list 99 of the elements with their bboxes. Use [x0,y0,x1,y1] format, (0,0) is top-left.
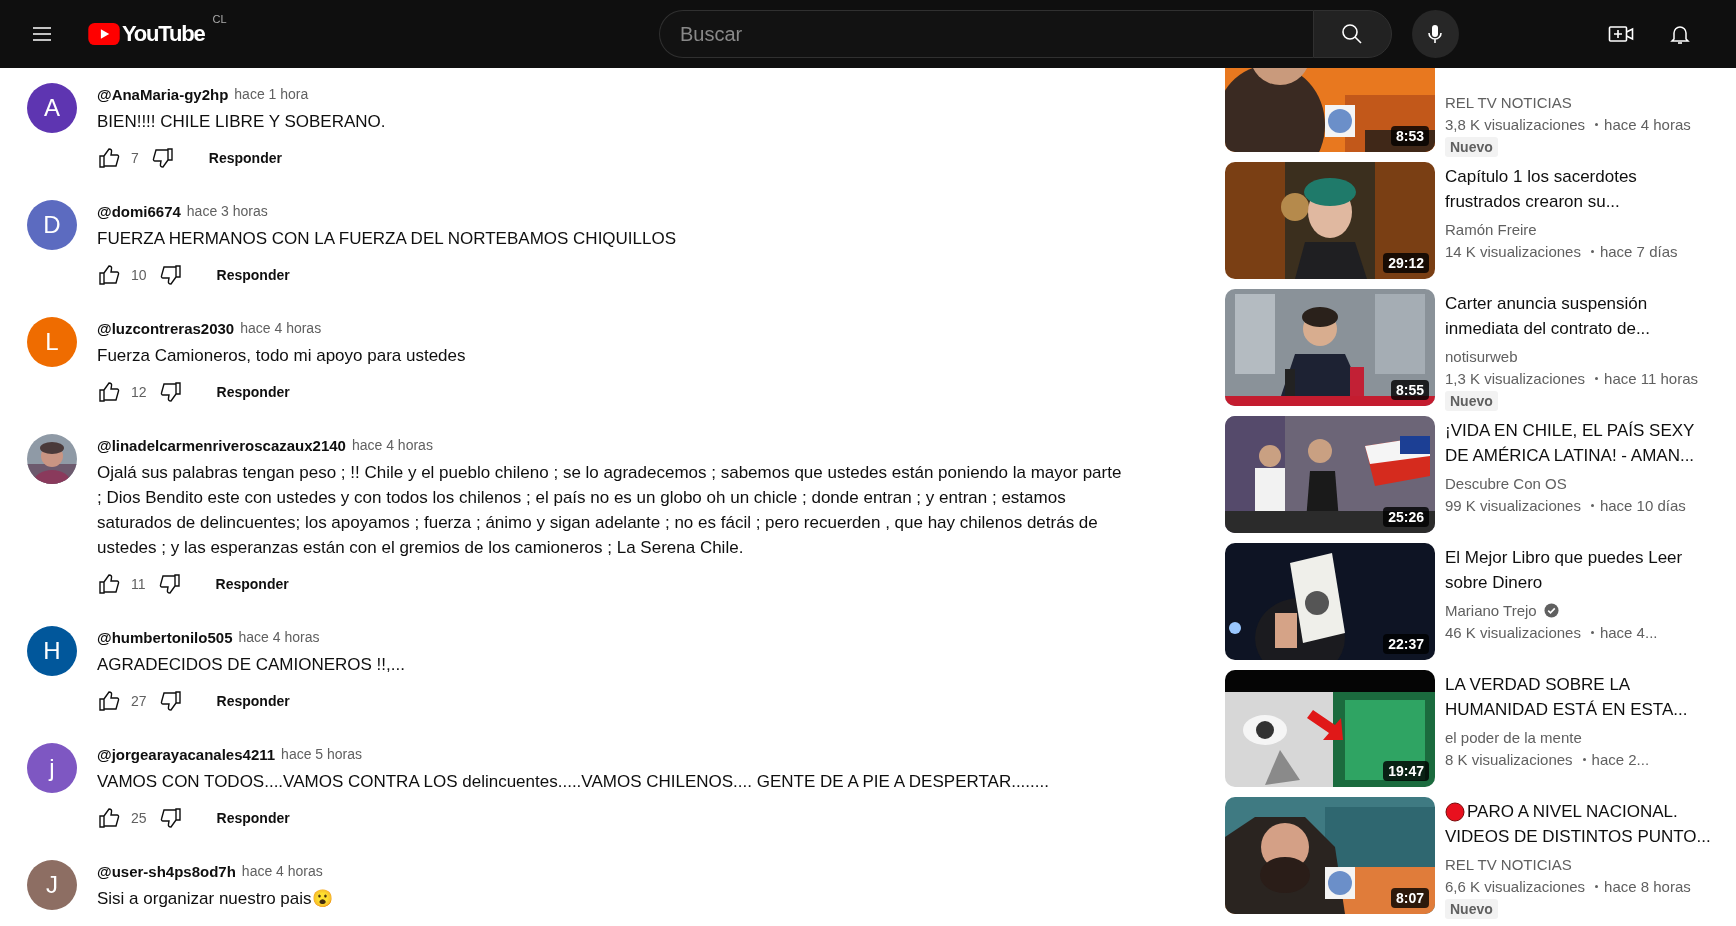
video-title[interactable]: El Mejor Libro que puedes Leer [1445,547,1683,568]
channel-name[interactable]: notisurweb [1445,347,1518,365]
video-title[interactable]: PARO A NIVEL NACIONAL. [1467,801,1678,822]
thumbs-down-icon[interactable] [157,572,182,596]
duration-badge: 25:26 [1383,507,1429,527]
new-badge: Nuevo [1445,137,1498,157]
thumbs-up-icon[interactable] [97,806,121,830]
video-title[interactable]: sobre Dinero [1445,572,1543,593]
comment-text: FUERZA HERMANOS CON LA FUERZA DEL NORTEBAMOS CHIQUILLOS [97,228,678,250]
search-button[interactable] [1313,10,1392,58]
logo-wordmark[interactable]: YouTube [122,21,205,47]
video-title[interactable]: inmediata del contrato de... [1445,318,1651,339]
comment-text: VAMOS CON TODOS....VAMOS CONTRA LOS delincuentes.....VAMOS CHILENOS.... GENTE DE A PIE A DESPERTAR........ [97,771,1050,793]
thumbs-down-icon[interactable] [158,689,183,713]
video-title[interactable]: DE AMÉRICA LATINA! - AMAN... [1445,445,1695,466]
upload-age: hace 8 horas [1604,877,1691,895]
comment-time[interactable]: hace 4 horas [351,437,433,453]
like-count: 27 [131,693,147,709]
channel-name[interactable]: REL TV NOTICIAS [1445,93,1572,111]
comment-time[interactable]: hace 5 horas [281,746,363,762]
channel-name[interactable]: REL TV NOTICIAS [1445,855,1572,873]
video-title[interactable]: frustrados crearon su... [1445,191,1620,212]
thumbs-down-icon[interactable] [158,380,183,404]
upload-age: hace 2... [1591,750,1650,768]
video-title[interactable]: VIDEOS DE DISTINTOS PUNTO... [1445,826,1711,847]
upload-age: hace 10 días [1599,496,1686,514]
comment-author[interactable]: @linadelcarmenriveroscazaux2140 [97,436,346,454]
reply-button[interactable]: Responder [202,258,304,292]
comment-time[interactable]: hace 1 hora [234,86,309,102]
thumbs-down-icon[interactable] [158,806,183,830]
like-count: 10 [131,267,147,283]
like-count: 25 [131,810,147,826]
voice-search-button[interactable] [1411,10,1459,58]
channel-name[interactable]: el poder de la mente [1445,728,1582,746]
duration-badge: 8:53 [1390,126,1429,146]
comment-author[interactable]: @jorgearayacanales4211 [97,745,276,763]
avatar[interactable]: D [27,200,77,250]
like-count: 11 [131,576,146,592]
comment-time[interactable]: hace 4 horas [240,320,322,336]
view-count: 6,6 K visualizaciones [1445,877,1586,895]
video-title[interactable]: LA VERDAD SOBRE LA [1445,674,1631,695]
channel-name[interactable]: Descubre Con OS [1445,474,1567,492]
duration-badge: 22:37 [1383,634,1429,654]
reply-button[interactable]: Responder [202,375,304,409]
comment-text: BIEN!!!! CHILE LIBRE Y SOBERANO. [97,111,387,133]
thumbs-down-icon[interactable] [150,146,175,170]
upload-age: hace 7 días [1599,242,1678,260]
comment-time[interactable]: hace 4 horas [241,863,323,879]
reply-button[interactable]: Responder [202,801,304,835]
upload-age: hace 11 horas [1604,369,1699,387]
reply-button[interactable]: Responder [194,141,296,175]
duration-badge: 8:55 [1390,380,1429,400]
comment-text: Fuerza Camioneros, todo mi apoyo para ustedes [97,345,467,367]
video-title[interactable]: ¡VIDA EN CHILE, EL PAÍS SEXY [1445,420,1695,441]
thumbs-up-icon[interactable] [97,146,121,170]
comment-text: Ojalá sus palabras tengan peso ; !! Chile y el pueblo chileno ; se lo agradecemos ; sabemos que ustedes están poniendo la mayor parte ; Dios Bendito este con ustedes y con todos los chilenos ; el país no es un globo oh un chicle ; donde entran ; y entran ; estamos saturados de delincuentes; los apoyamos ; fuerza ; ánimo y sigan adelante ; no es fácil ; pero recuerden , que hay chilenos detrás de ustedes ; y las esperanzas están con el gremios de los camioneros ; La Serena Chile. [97,462,1122,559]
avatar[interactable]: J [27,860,77,910]
video-title[interactable]: HUMANIDAD ESTÁ EN ESTA... [1445,699,1688,720]
duration-badge: 8:07 [1390,888,1429,908]
new-badge: Nuevo [1445,391,1498,411]
like-count: 7 [131,150,139,166]
thumbs-up-icon[interactable] [97,263,121,287]
view-count: 14 K visualizaciones [1445,242,1581,260]
reply-button[interactable]: Responder [202,684,304,718]
like-count: 12 [131,384,147,400]
play-logo-icon[interactable] [88,23,120,45]
comment-author[interactable]: @AnaMaria-gy2hp [97,85,229,103]
video-title[interactable]: Carter anuncia suspensión [1445,293,1648,314]
comment-text: Sisi a organizar nuestro pais😮 [97,888,334,910]
channel-name[interactable]: Ramón Freire [1445,220,1537,238]
thumbs-up-icon[interactable] [97,380,121,404]
upload-age: hace 4... [1599,623,1658,641]
channel-name[interactable]: Mariano Trejo [1445,601,1537,619]
view-count: 46 K visualizaciones [1445,623,1581,641]
view-count: 3,8 K visualizaciones [1445,115,1586,133]
comment-text: AGRADECIDOS DE CAMIONEROS !!,... [97,654,406,676]
comment-author[interactable]: @luzcontreras2030 [97,319,235,337]
new-badge: Nuevo [1445,899,1498,919]
country-code: CL [212,13,227,25]
view-count: 1,3 K visualizaciones [1445,369,1586,387]
comment-time[interactable]: hace 4 horas [238,629,320,645]
reply-button[interactable]: Responder [201,567,303,601]
comment-author[interactable]: @user-sh4ps8od7h [97,862,236,880]
duration-badge: 19:47 [1383,761,1429,781]
comment-author[interactable]: @humbertonilo505 [97,628,233,646]
upload-age: hace 4 horas [1604,115,1691,133]
view-count: 99 K visualizaciones [1445,496,1581,514]
avatar[interactable]: j [27,743,77,793]
comment-time[interactable]: hace 3 horas [186,203,268,219]
avatar[interactable]: A [27,83,77,133]
comment-author[interactable]: @domi6674 [97,202,181,220]
view-count: 8 K visualizaciones [1445,750,1573,768]
search-field[interactable]: Buscar [659,10,1314,58]
duration-badge: 29:12 [1383,253,1429,273]
thumbs-up-icon[interactable] [97,689,121,713]
thumbs-down-icon[interactable] [158,263,183,287]
video-title[interactable]: Capítulo 1 los sacerdotes [1445,166,1637,187]
avatar[interactable]: H [27,626,77,676]
thumbs-up-icon[interactable] [97,572,121,596]
